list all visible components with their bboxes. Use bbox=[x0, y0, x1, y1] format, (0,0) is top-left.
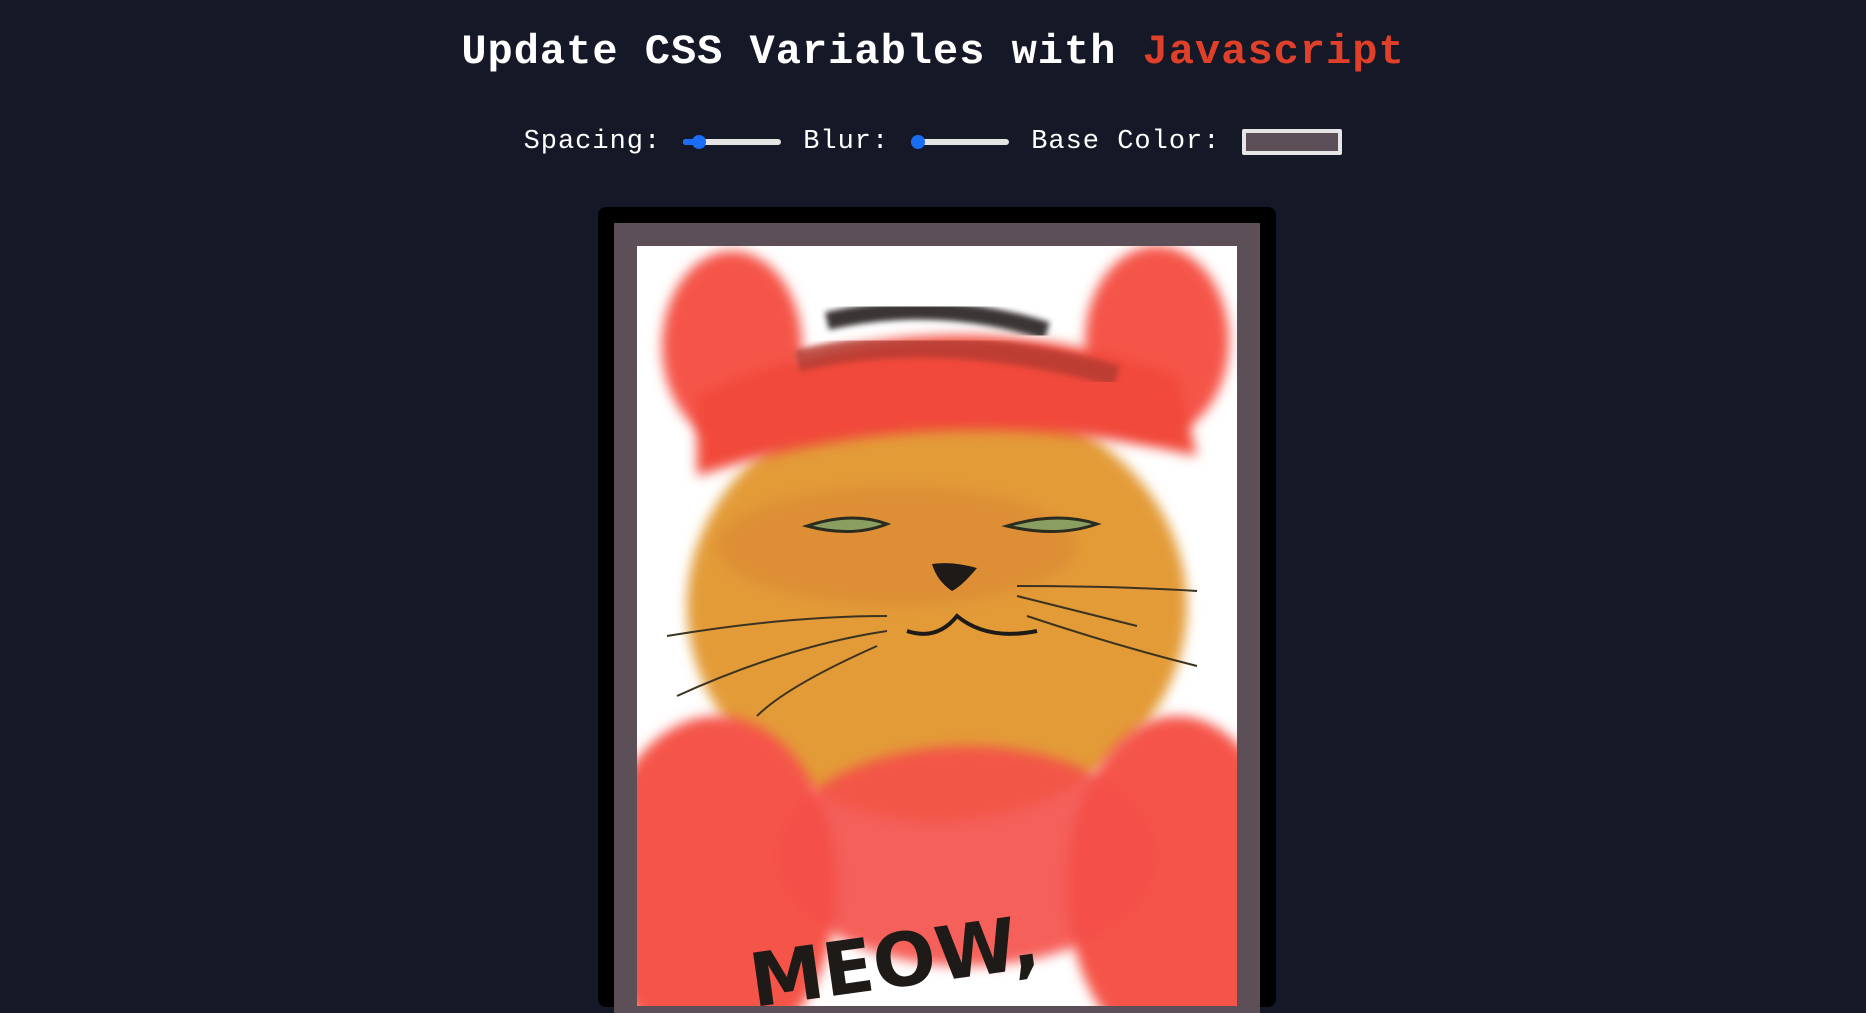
title-highlight: Javascript bbox=[1142, 28, 1405, 76]
spacing-slider-thumb[interactable] bbox=[691, 135, 706, 149]
blur-slider[interactable] bbox=[911, 132, 1010, 152]
blur-slider-thumb[interactable] bbox=[911, 135, 926, 149]
controls-bar: Spacing: Blur: Base Color: bbox=[0, 120, 1866, 164]
cat-painting: MEOW, bbox=[637, 246, 1237, 1006]
blur-label: Blur: bbox=[803, 127, 890, 157]
spacing-slider[interactable] bbox=[683, 132, 782, 152]
hat-band bbox=[825, 301, 1050, 340]
blur-slider-track bbox=[911, 139, 1010, 145]
base-color-picker[interactable] bbox=[1242, 129, 1343, 155]
cat-painting-svg: MEOW, bbox=[637, 246, 1237, 1006]
page-title: Update CSS Variables with Javascript bbox=[0, 28, 1866, 76]
image-mat: MEOW, bbox=[614, 223, 1260, 1013]
base-color-label: Base Color: bbox=[1031, 127, 1221, 157]
image-frame: MEOW, bbox=[598, 207, 1276, 1013]
title-prefix: Update CSS Variables with bbox=[461, 28, 1143, 76]
spacing-label: Spacing: bbox=[523, 127, 662, 157]
